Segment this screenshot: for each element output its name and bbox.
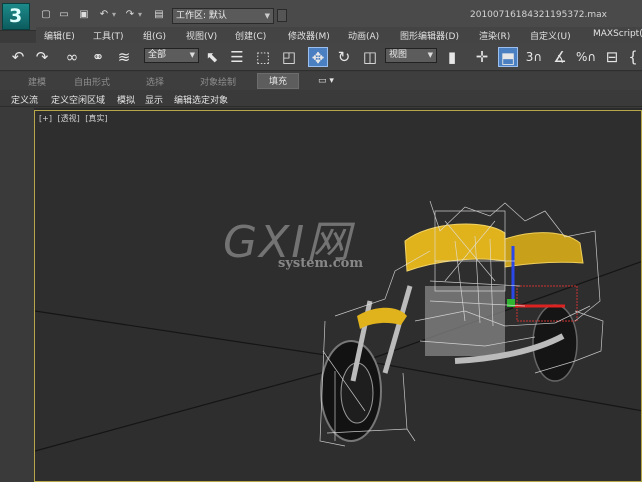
redo-dropdown-icon[interactable]: ▾: [138, 9, 144, 21]
select-and-rotate-icon[interactable]: ↻: [334, 47, 354, 67]
window-crossing-icon[interactable]: ◰: [279, 47, 299, 67]
undo-icon[interactable]: ↶: [8, 47, 28, 67]
define-flows-button[interactable]: 定义流: [11, 93, 38, 106]
tab-populate[interactable]: 填充: [257, 73, 300, 89]
tab-selection[interactable]: 选择: [146, 75, 164, 88]
chevron-down-icon: ▼: [427, 51, 433, 59]
reference-coordinate-label: 视图: [389, 50, 408, 60]
menu-item-edit[interactable]: 编辑(E): [44, 29, 75, 42]
ribbon-options-button[interactable]: ▭ ▾: [318, 76, 334, 86]
selection-filter-label: 全部: [148, 50, 167, 60]
select-and-manipulate-icon[interactable]: ✛: [472, 47, 492, 67]
open-folder-icon[interactable]: ▭: [58, 9, 70, 21]
rectangular-selection-icon[interactable]: ⬚: [253, 47, 273, 67]
bind-space-warp-icon[interactable]: ≋: [114, 47, 134, 67]
tab-modeling[interactable]: 建模: [28, 75, 46, 88]
ribbon-tabs: 建模 自由形式 选择 对象绘制 填充 ▭ ▾: [0, 72, 642, 90]
chevron-down-icon: ▼: [264, 12, 270, 20]
angle-snap-icon[interactable]: ∡: [550, 47, 570, 67]
motorcycle-model: [319, 200, 604, 447]
save-icon[interactable]: ▣: [78, 9, 90, 21]
percent-snap-icon[interactable]: %∩: [576, 47, 596, 67]
watermark: GXI网 system.com: [223, 206, 363, 271]
select-and-move-icon[interactable]: ✥: [308, 47, 328, 67]
select-object-icon[interactable]: ⬉: [202, 47, 222, 67]
viewport-general-menu[interactable]: [+]: [39, 114, 52, 123]
simulate-button[interactable]: 模拟: [117, 93, 135, 106]
menu-item-group[interactable]: 组(G): [143, 29, 166, 42]
project-folder-icon[interactable]: ▤: [153, 9, 165, 21]
menu-item-create[interactable]: 创建(C): [235, 29, 266, 42]
select-and-scale-icon[interactable]: ◫: [360, 47, 380, 67]
spinner-snap-icon[interactable]: ⊟: [602, 47, 622, 67]
menu-item-customize[interactable]: 自定义(U): [530, 29, 571, 42]
tab-freeform[interactable]: 自由形式: [74, 75, 110, 88]
viewport-shading-menu[interactable]: [真实]: [85, 114, 107, 123]
watermark-sub: system.com: [278, 256, 364, 271]
define-idle-areas-button[interactable]: 定义空闲区域: [51, 93, 105, 106]
tab-object-paint[interactable]: 对象绘制: [200, 75, 236, 88]
menu-item-modifiers[interactable]: 修改器(M): [288, 29, 330, 42]
menu-item-rendering[interactable]: 渲染(R): [479, 29, 510, 42]
menu-item-maxscript[interactable]: MAXScript(: [593, 29, 642, 39]
app-logo-button[interactable]: 3: [2, 3, 30, 30]
edit-selected-button[interactable]: 编辑选定对象: [174, 93, 228, 106]
redo-icon[interactable]: ↷: [32, 47, 52, 67]
workspace-label: 工作区: 默认: [176, 11, 227, 21]
new-file-icon[interactable]: ▢: [40, 9, 52, 21]
chevron-down-icon: ▼: [189, 51, 195, 59]
window-title: 20100716184321195372.max: [470, 10, 607, 20]
viewport-left-panel: [0, 108, 34, 482]
unlink-icon[interactable]: ⚭: [88, 47, 108, 67]
menu-item-animation[interactable]: 动画(A): [348, 29, 379, 42]
menu-item-views[interactable]: 视图(V): [186, 29, 217, 42]
reference-coordinate-dropdown[interactable]: 视图 ▼: [385, 48, 437, 63]
keyboard-shortcut-override-icon[interactable]: ⬒: [498, 47, 518, 67]
use-pivot-center-icon[interactable]: ▮: [442, 47, 462, 67]
undo-icon[interactable]: ↶: [98, 9, 110, 21]
populate-panel: 定义流 定义空闲区域 模拟 显示 编辑选定对象: [0, 90, 642, 107]
selection-filter-dropdown[interactable]: 全部 ▼: [144, 48, 199, 63]
menu-item-tools[interactable]: 工具(T): [93, 29, 124, 42]
link-icon[interactable]: ∞: [62, 47, 82, 67]
menu-item-graph-editors[interactable]: 图形编辑器(D): [400, 29, 459, 42]
named-selection-icon[interactable]: {: [626, 47, 640, 67]
viewport-scene: [35, 200, 641, 452]
snaps-toggle-icon[interactable]: 3∩: [524, 47, 544, 67]
menu-bar: 编辑(E) 工具(T) 组(G) 视图(V) 创建(C) 修改器(M) 动画(A…: [36, 27, 642, 43]
redo-icon[interactable]: ↷: [124, 9, 136, 21]
viewport-label[interactable]: [+] [透视] [真实]: [39, 113, 111, 124]
display-button[interactable]: 显示: [145, 93, 163, 106]
workspace-options-button[interactable]: [277, 9, 287, 22]
main-toolbar: ↶ ↷ ∞ ⚭ ≋ 全部 ▼ ⬉ ☰ ⬚ ◰ ✥ ↻ ◫ 视图 ▼ ▮ ✛ ⬒ …: [0, 43, 642, 71]
undo-dropdown-icon[interactable]: ▾: [112, 9, 118, 21]
perspective-viewport[interactable]: [+] [透视] [真实] GXI网 system.com: [34, 110, 642, 482]
select-by-name-icon[interactable]: ☰: [227, 47, 247, 67]
viewport-point-of-view-menu[interactable]: [透视]: [58, 114, 80, 123]
workspace-dropdown[interactable]: 工作区: 默认 ▼: [172, 8, 274, 24]
